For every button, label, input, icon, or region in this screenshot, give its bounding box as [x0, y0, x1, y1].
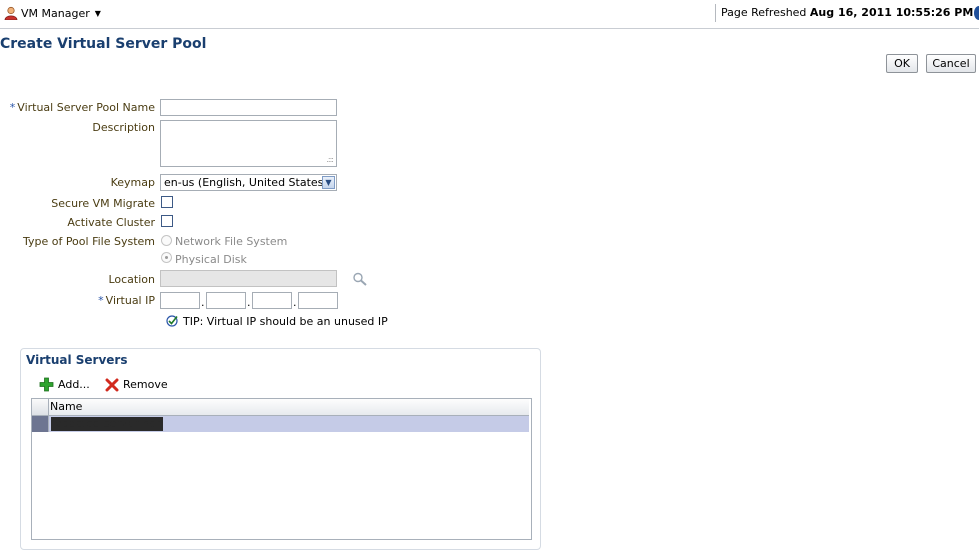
user-icon [4, 6, 18, 20]
nfs-radio[interactable] [161, 235, 172, 246]
refresh-timestamp: Aug 16, 2011 10:55:26 PM PDT [809, 6, 979, 19]
x-icon [105, 378, 119, 391]
ip-separator: . [293, 296, 297, 309]
pool-name-input[interactable] [160, 99, 337, 116]
remove-button[interactable]: Remove [105, 377, 168, 392]
refresh-icon[interactable] [974, 6, 979, 20]
required-marker: * [98, 294, 104, 307]
app-menu[interactable]: VM Manager ▼ [4, 5, 101, 21]
chevron-down-icon: ▼ [94, 8, 101, 18]
check-circle-icon [166, 315, 178, 327]
app-menu-label: VM Manager [21, 6, 90, 20]
virtual-ip-label-text: Virtual IP [105, 294, 155, 307]
pool-name-label-text: Virtual Server Pool Name [17, 101, 155, 114]
physical-disk-radio[interactable] [161, 252, 172, 263]
ok-button[interactable]: OK [886, 54, 918, 73]
server-name-cell: redacted-server-name [51, 417, 163, 431]
virtual-ip-label: * Virtual IP [0, 294, 155, 307]
keymap-select[interactable]: en-us (English, United States) ▼ [160, 174, 337, 191]
ip-separator: . [247, 296, 251, 309]
description-label: Description [92, 121, 155, 134]
row-selector[interactable] [32, 416, 49, 432]
secure-vm-migrate-label: Secure VM Migrate [51, 197, 155, 210]
activate-cluster-label: Activate Cluster [67, 216, 155, 229]
column-header-name[interactable]: Name [50, 400, 82, 413]
description-textarea[interactable]: .::: [160, 120, 337, 167]
virtual-ip-octet-3[interactable] [252, 292, 292, 309]
ip-separator: . [201, 296, 205, 309]
required-marker: * [9, 101, 16, 114]
keymap-value: en-us (English, United States) [164, 176, 328, 189]
refresh-label: Page Refreshed [721, 6, 807, 19]
activate-cluster-checkbox[interactable] [161, 215, 173, 227]
pool-name-label: * Virtual Server Pool Name [0, 101, 155, 114]
virtual-ip-octet-2[interactable] [206, 292, 246, 309]
add-button-label: Add... [58, 378, 90, 391]
secure-vm-migrate-checkbox[interactable] [161, 196, 173, 208]
nfs-radio-label: Network File System [175, 235, 288, 248]
table-header: Name [32, 399, 529, 416]
page-refreshed-status: Page Refreshed Aug 16, 2011 10:55:26 PM … [721, 6, 979, 19]
remove-button-label: Remove [123, 378, 168, 391]
search-icon[interactable] [352, 272, 368, 286]
virtual-ip-octet-1[interactable] [160, 292, 200, 309]
pool-fs-type-label: Type of Pool File System [22, 235, 155, 248]
virtual-servers-title: Virtual Servers [26, 353, 128, 367]
physical-disk-radio-label: Physical Disk [175, 253, 247, 266]
plus-icon [39, 377, 54, 392]
keymap-label: Keymap [110, 176, 155, 189]
chevron-down-icon[interactable]: ▼ [322, 176, 335, 189]
header-divider [715, 4, 716, 22]
page-title: Create Virtual Server Pool [0, 36, 207, 52]
location-label: Location [108, 273, 155, 286]
tip-text: TIP: Virtual IP should be an unused IP [183, 315, 388, 328]
add-button[interactable]: Add... [39, 377, 90, 392]
cancel-button[interactable]: Cancel [926, 54, 976, 73]
select-all-cell[interactable] [32, 399, 49, 415]
location-input [160, 270, 337, 287]
resize-grip-icon[interactable]: .::: [326, 156, 334, 164]
virtual-ip-octet-4[interactable] [298, 292, 338, 309]
table-row[interactable]: redacted-server-name [32, 416, 529, 432]
